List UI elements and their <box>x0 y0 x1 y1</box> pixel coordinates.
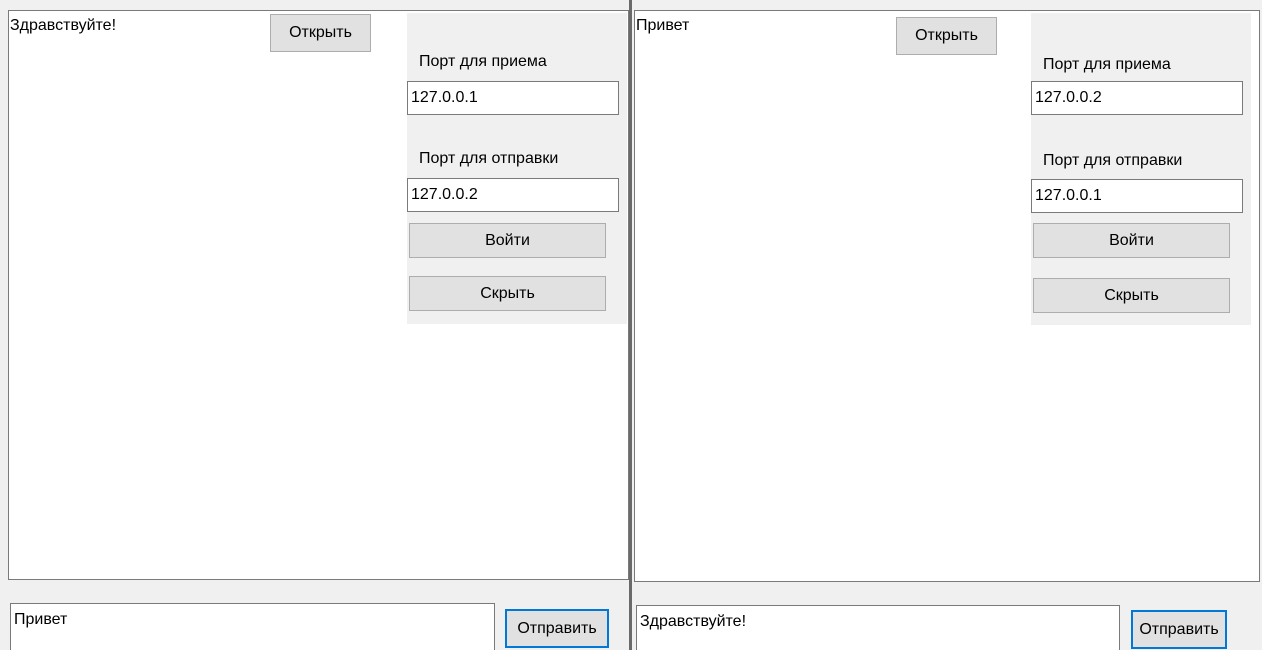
message-input-text: Здравствуйте! <box>640 613 747 630</box>
hide-button[interactable]: Скрыть <box>1033 278 1230 313</box>
open-button[interactable]: Открыть <box>896 17 997 55</box>
chat-log-text: Привет <box>636 17 690 34</box>
send-button[interactable]: Отправить <box>505 609 609 648</box>
chat-window-right: Привет Открыть Порт для приема Порт для … <box>632 0 1262 650</box>
login-button[interactable]: Войти <box>1033 223 1230 258</box>
receive-port-label: Порт для приема <box>419 53 547 70</box>
receive-port-input[interactable] <box>1031 81 1243 115</box>
send-port-input[interactable] <box>1031 179 1243 213</box>
chat-window-left: Здравствуйте! Открыть Порт для приема По… <box>0 0 632 650</box>
send-port-input[interactable] <box>407 178 619 212</box>
send-port-label: Порт для отправки <box>419 150 559 167</box>
message-input-text: Привет <box>14 611 68 628</box>
receive-port-input[interactable] <box>407 81 619 115</box>
receive-port-label: Порт для приема <box>1043 56 1171 73</box>
chat-log-text: Здравствуйте! <box>10 17 117 34</box>
settings-panel: Порт для приема Порт для отправки Войти … <box>1031 13 1251 325</box>
send-button[interactable]: Отправить <box>1131 610 1227 649</box>
settings-panel: Порт для приема Порт для отправки Войти … <box>407 13 627 324</box>
open-button[interactable]: Открыть <box>270 14 371 52</box>
login-button[interactable]: Войти <box>409 223 606 258</box>
message-input[interactable]: Здравствуйте! <box>636 605 1120 650</box>
hide-button[interactable]: Скрыть <box>409 276 606 311</box>
message-input[interactable]: Привет <box>10 603 495 650</box>
send-port-label: Порт для отправки <box>1043 152 1183 169</box>
